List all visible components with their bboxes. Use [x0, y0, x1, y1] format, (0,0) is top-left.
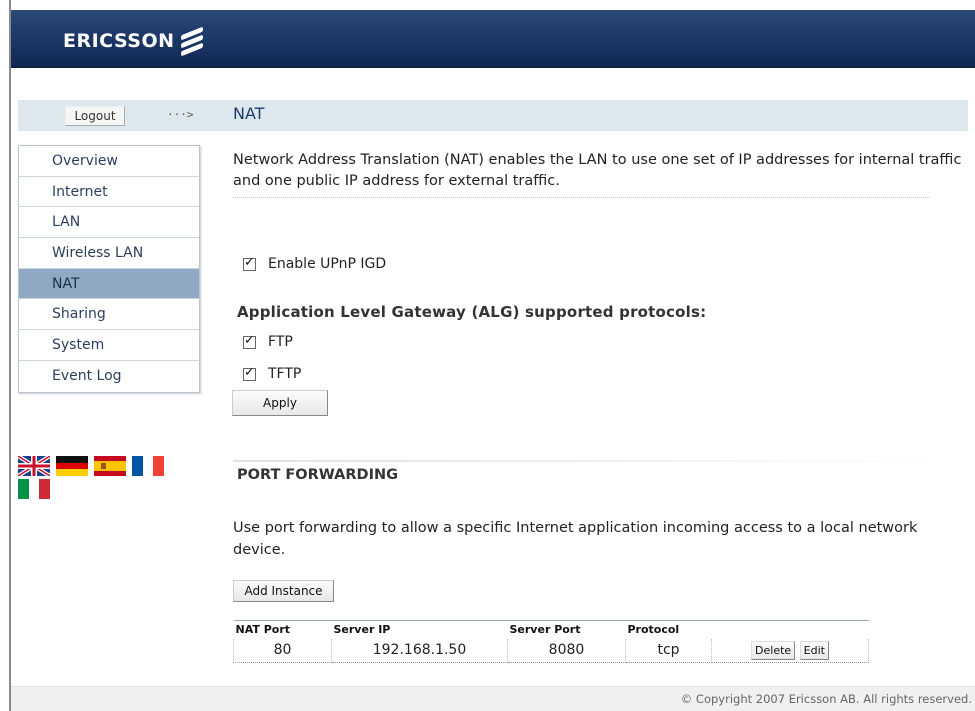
edit-button[interactable]: Edit: [799, 640, 829, 660]
footer: © Copyright 2007 Ericsson AB. All rights…: [11, 686, 975, 711]
ericsson-logo: ERICSSON: [63, 26, 203, 57]
apply-button[interactable]: Apply: [232, 390, 328, 416]
uk-flag-icon[interactable]: [18, 456, 50, 476]
column-header-server-ip: Server IP: [331, 620, 508, 639]
cell-nat-port: 80: [233, 638, 332, 663]
sidebar-item-overview[interactable]: Overview: [19, 146, 199, 177]
nat-description-text: Network Address Translation (NAT) enable…: [233, 152, 962, 189]
nat-description: Network Address Translation (NAT) enable…: [233, 150, 963, 192]
header-banner: ERICSSON: [11, 10, 975, 68]
sidebar-item-system[interactable]: System: [19, 330, 199, 361]
table-row: 80 192.168.1.50 8080 tcp Delete Edit: [233, 638, 869, 663]
ftp-checkbox[interactable]: [243, 333, 256, 349]
table-header-row: NAT Port Server IP Server Port Protocol: [233, 620, 869, 639]
arrow-icon: ···>: [167, 108, 194, 121]
logout-button[interactable]: Logout: [65, 106, 125, 126]
ftp-row: FTP: [243, 333, 293, 350]
spain-flag-icon[interactable]: [94, 456, 126, 476]
sidebar-menu: Overview Internet LAN Wireless LAN NAT S…: [18, 145, 200, 393]
cell-server-port: 8080: [507, 638, 626, 663]
germany-flag-icon[interactable]: [56, 456, 88, 476]
sidebar-item-wireless-lan[interactable]: Wireless LAN: [19, 238, 199, 269]
column-header-actions: [711, 620, 869, 639]
upnp-checkbox[interactable]: [243, 255, 256, 271]
cell-server-ip: 192.168.1.50: [331, 638, 508, 663]
window-top-edge: [0, 0, 975, 10]
sidebar-item-nat[interactable]: NAT: [19, 268, 199, 300]
ftp-label: FTP: [268, 334, 293, 350]
add-instance-button[interactable]: Add Instance: [233, 580, 334, 602]
cell-actions: Delete Edit: [711, 638, 869, 663]
tftp-row: TFTP: [243, 365, 302, 382]
logo-text: ERICSSON: [63, 30, 175, 52]
page-title: NAT: [233, 104, 265, 123]
column-header-protocol: Protocol: [625, 620, 712, 639]
copyright-text: © Copyright 2007 Ericsson AB. All rights…: [680, 692, 972, 706]
port-forwarding-description: Use port forwarding to allow a specific …: [233, 520, 918, 558]
alg-title: Application Level Gateway (ALG) supporte…: [237, 303, 707, 321]
italy-flag-icon[interactable]: [18, 479, 50, 499]
sidebar-item-internet[interactable]: Internet: [19, 177, 199, 208]
sidebar-item-event-log[interactable]: Event Log: [19, 361, 199, 392]
divider: [233, 197, 930, 198]
upnp-label: Enable UPnP IGD: [268, 256, 387, 272]
port-forwarding-title: PORT FORWARDING: [237, 467, 399, 483]
sidebar-item-lan[interactable]: LAN: [19, 207, 199, 239]
section-divider: [233, 460, 961, 462]
title-bar: [18, 100, 968, 131]
cell-protocol: tcp: [625, 638, 712, 663]
delete-button[interactable]: Delete: [751, 640, 796, 660]
column-header-nat-port: NAT Port: [233, 620, 332, 639]
port-forwarding-table: NAT Port Server IP Server Port Protocol …: [233, 620, 869, 663]
ericsson-mark-icon: [180, 26, 203, 57]
upnp-row: Enable UPnP IGD: [243, 255, 387, 272]
tftp-label: TFTP: [268, 366, 302, 382]
france-flag-icon[interactable]: [132, 456, 164, 476]
frame-border: [9, 0, 11, 711]
column-header-server-port: Server Port: [507, 620, 626, 639]
sidebar-item-sharing[interactable]: Sharing: [19, 299, 199, 331]
tftp-checkbox[interactable]: [243, 365, 256, 381]
